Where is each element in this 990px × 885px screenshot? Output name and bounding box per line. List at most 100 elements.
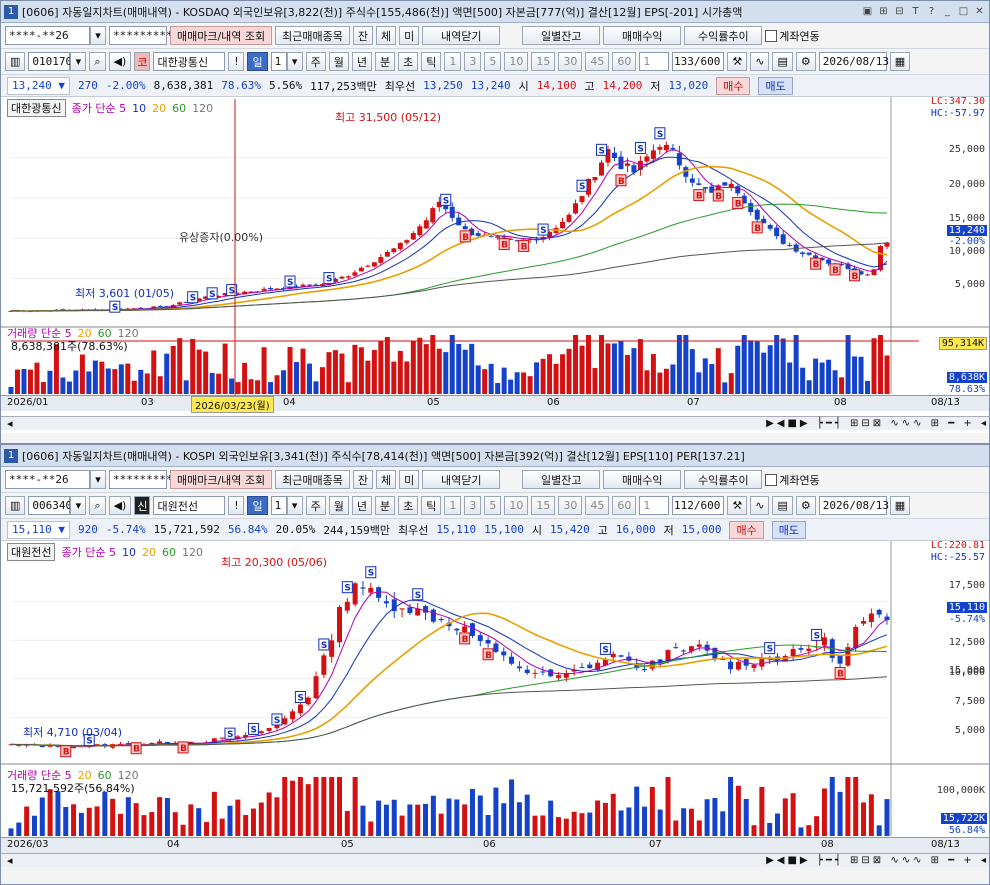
- close-history-button[interactable]: 내역닫기: [422, 470, 501, 489]
- price-chart-svg[interactable]: BSB BS SSSSSSSBBS SSB: [1, 541, 989, 867]
- account-input[interactable]: ****-**26: [5, 26, 90, 45]
- balance-button[interactable]: 잔: [352, 26, 374, 45]
- period-year-button[interactable]: 년: [351, 52, 372, 71]
- daily-balance-button[interactable]: 일별잔고: [522, 26, 601, 45]
- speaker-icon[interactable]: ◀︎): [108, 496, 132, 515]
- date-field[interactable]: 2026/08/13: [818, 52, 889, 71]
- period-dropdown-button[interactable]: ▾: [286, 52, 303, 71]
- stock-code-input[interactable]: 010170: [28, 52, 72, 71]
- account-link-checkbox[interactable]: 계좌연동: [765, 28, 820, 44]
- interval-30-button[interactable]: 30: [558, 496, 583, 515]
- period-week-button[interactable]: 주: [305, 52, 326, 71]
- return-trend-button[interactable]: 수익률추이: [684, 26, 763, 45]
- count-field[interactable]: 133/600: [672, 52, 725, 71]
- search-icon[interactable]: ⌕: [89, 496, 106, 515]
- code-dropdown-button[interactable]: ▾: [70, 52, 87, 71]
- trade-mark-view-button[interactable]: 매매마크/내역 조회: [170, 26, 273, 45]
- buy-button[interactable]: 매수: [729, 520, 764, 539]
- count-field[interactable]: 112/600: [672, 496, 725, 515]
- account-dropdown-button[interactable]: ▾: [90, 26, 106, 45]
- interval-60-button[interactable]: 60: [612, 52, 637, 71]
- period-month-button[interactable]: 월: [328, 496, 349, 515]
- chart-scrollbar[interactable]: ◂ ▶︎◀︎■▶︎ ┝━┥ ⊞⊟⊠ ∿∿∿ ⊞ ━ + ◂: [1, 416, 989, 430]
- sell-button[interactable]: 매도: [758, 76, 793, 95]
- filled-button[interactable]: 체: [376, 26, 397, 45]
- period-tick-button[interactable]: 틱: [421, 52, 442, 71]
- period-second-button[interactable]: 초: [398, 52, 419, 71]
- period-number-field[interactable]: 1: [270, 496, 287, 515]
- daily-balance-button[interactable]: 일별잔고: [522, 470, 601, 489]
- link-icon[interactable]: ⊞: [877, 5, 890, 18]
- interval-3-button[interactable]: 3: [464, 52, 482, 71]
- interval-3-button[interactable]: 3: [464, 496, 482, 515]
- layout-icon[interactable]: ▥: [5, 496, 26, 515]
- buy-button[interactable]: 매수: [716, 76, 751, 95]
- code-dropdown-button[interactable]: ▾: [70, 496, 87, 515]
- alert-button[interactable]: !: [228, 52, 245, 71]
- interval-15-button[interactable]: 15: [531, 52, 556, 71]
- restore-icon[interactable]: ▣: [861, 5, 874, 18]
- period-minute-button[interactable]: 분: [374, 52, 396, 71]
- period-month-button[interactable]: 월: [328, 52, 349, 71]
- interval-45-button[interactable]: 45: [585, 496, 610, 515]
- interval-1-button[interactable]: 1: [444, 52, 462, 71]
- interval-10-button[interactable]: 10: [504, 496, 529, 515]
- maximize-icon[interactable]: □: [957, 5, 970, 18]
- close-icon[interactable]: ✕: [973, 5, 986, 18]
- unfilled-button[interactable]: 미: [399, 26, 420, 45]
- period-number-field[interactable]: 1: [270, 52, 287, 71]
- period-week-button[interactable]: 주: [305, 496, 326, 515]
- interval-10-button[interactable]: 10: [504, 52, 529, 71]
- minimize-icon[interactable]: _: [941, 5, 954, 18]
- checkbox-box[interactable]: [765, 473, 778, 486]
- balance-button[interactable]: 잔: [352, 470, 374, 489]
- settings-gear-icon[interactable]: ⚙: [795, 496, 816, 515]
- period-day-button[interactable]: 일: [247, 52, 268, 71]
- period-minute-button[interactable]: 분: [374, 496, 396, 515]
- recent-trades-button[interactable]: 최근매매종목: [275, 470, 350, 489]
- grid-icon[interactable]: ⊟: [893, 5, 906, 18]
- indicator-icon[interactable]: ∿: [750, 52, 770, 71]
- recent-trades-button[interactable]: 최근매매종목: [275, 26, 350, 45]
- save-icon[interactable]: ▤: [772, 496, 793, 515]
- scroll-left-icon[interactable]: ◂: [7, 417, 13, 430]
- trade-profit-button[interactable]: 매매수익: [603, 26, 682, 45]
- period-day-button[interactable]: 일: [247, 496, 268, 515]
- help-icon[interactable]: ?: [925, 5, 938, 18]
- interval-45-button[interactable]: 45: [585, 52, 610, 71]
- chart-panel[interactable]: S S S S S S S B B B S S S B S S B B B B B B B 대한광통신 종가 단순 5 10…: [1, 96, 989, 433]
- interval-60-button[interactable]: 60: [612, 496, 637, 515]
- password-input[interactable]: *********: [109, 470, 173, 489]
- account-link-checkbox[interactable]: 계좌연동: [765, 472, 820, 488]
- interval-field[interactable]: 1: [639, 52, 670, 71]
- window-titlebar[interactable]: 1 [0606] 자동일지차트(매매내역) - KOSPI 외국인보유[3,34…: [1, 445, 989, 467]
- filled-button[interactable]: 체: [376, 470, 397, 489]
- interval-30-button[interactable]: 30: [558, 52, 583, 71]
- chart-scrollbar[interactable]: ◂ ▶︎◀︎■▶︎ ┝━┥ ⊞⊟⊠ ∿∿∿ ⊞ ━ + ◂: [1, 853, 989, 867]
- interval-1-button[interactable]: 1: [444, 496, 462, 515]
- chart-panel[interactable]: BSBBSSSSSSSSBBSSSB 대원전선 종가 단순 5 10 20 60…: [1, 540, 989, 867]
- period-tick-button[interactable]: 틱: [421, 496, 442, 515]
- unfilled-button[interactable]: 미: [399, 470, 420, 489]
- layout-icon[interactable]: ▥: [5, 52, 26, 71]
- account-input[interactable]: ****-**26: [5, 470, 90, 489]
- close-history-button[interactable]: 내역닫기: [422, 26, 501, 45]
- calendar-icon[interactable]: ▦: [889, 52, 911, 71]
- tools-icon[interactable]: ⚒: [727, 496, 748, 515]
- account-dropdown-button[interactable]: ▾: [90, 470, 106, 489]
- interval-5-button[interactable]: 5: [484, 52, 502, 71]
- checkbox-box[interactable]: [765, 29, 778, 42]
- return-trend-button[interactable]: 수익률추이: [684, 470, 763, 489]
- password-input[interactable]: *********: [109, 26, 173, 45]
- price-chart-svg[interactable]: S S S S S S S B B B S S S B S S B B B B B B B: [1, 97, 989, 433]
- interval-15-button[interactable]: 15: [531, 496, 556, 515]
- scroll-controls[interactable]: ▶︎◀︎■▶︎ ┝━┥ ⊞⊟⊠ ∿∿∿ ⊞ ━ + ◂: [766, 855, 989, 866]
- calendar-icon[interactable]: ▦: [889, 496, 911, 515]
- trade-profit-button[interactable]: 매매수익: [603, 470, 682, 489]
- interval-5-button[interactable]: 5: [484, 496, 502, 515]
- date-field[interactable]: 2026/08/13: [818, 496, 889, 515]
- font-icon[interactable]: T: [909, 5, 922, 18]
- trade-mark-view-button[interactable]: 매매마크/내역 조회: [170, 470, 273, 489]
- period-dropdown-button[interactable]: ▾: [286, 496, 303, 515]
- indicator-icon[interactable]: ∿: [750, 496, 770, 515]
